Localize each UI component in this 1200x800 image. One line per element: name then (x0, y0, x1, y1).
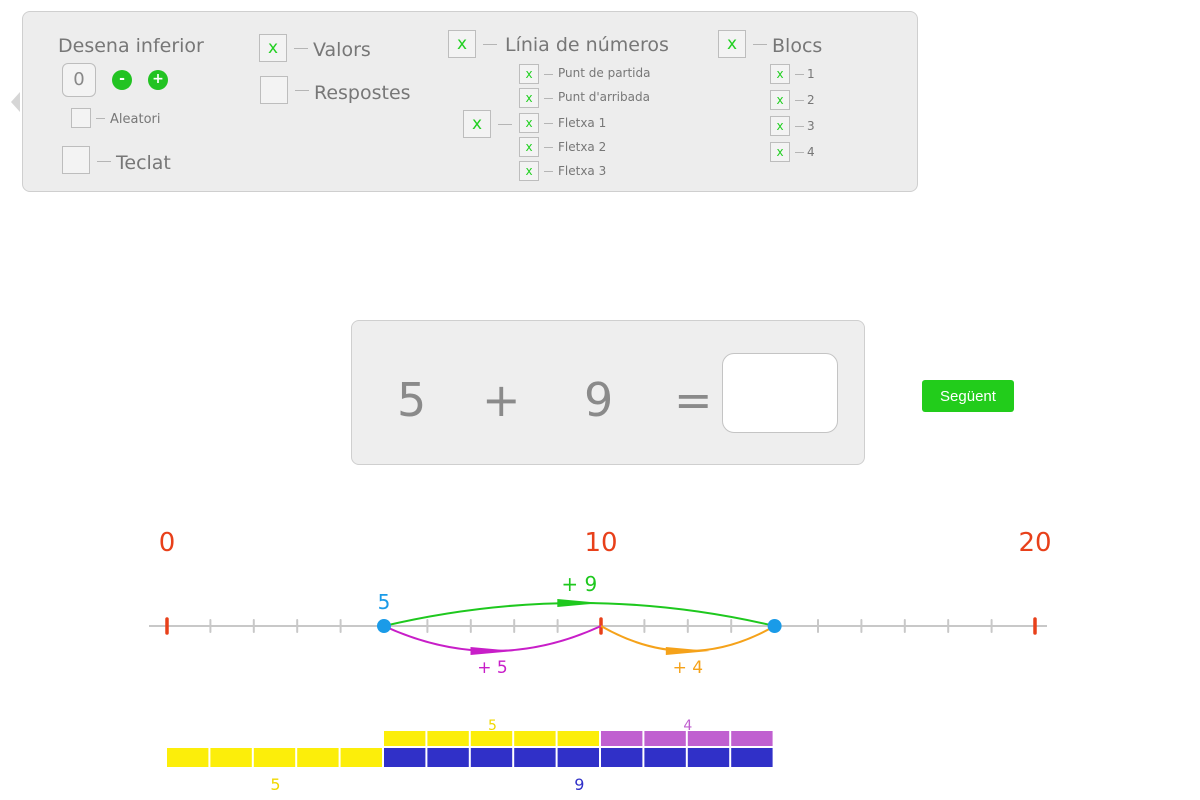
blue-block-7 (644, 748, 686, 767)
axis-label-10: 10 (584, 528, 617, 558)
first-jump-arrowhead-icon (470, 647, 515, 655)
blue-block-9 (731, 748, 773, 767)
purple-block-3 (687, 731, 730, 746)
purple-block-1 (601, 731, 643, 746)
number-line-visual: 0 10 205+ 9+ 5 + 45 95 4 (149, 528, 1052, 794)
purple-block-2 (644, 731, 686, 746)
second-jump-arrowhead-icon (665, 647, 710, 655)
blocks-bottom-label: 9 (574, 775, 584, 794)
start-point (377, 619, 391, 633)
blue-block-6 (601, 748, 643, 767)
blue-block-5 (557, 748, 599, 767)
total-jump-label: + 9 (561, 572, 597, 596)
axis-label-0: 0 (159, 528, 176, 558)
blue-block-1 (384, 748, 426, 767)
yellow-block-bottom-2 (210, 748, 252, 767)
yellow-block-bottom-1 (167, 748, 209, 767)
total-jump-arc (383, 602, 775, 627)
yellow-block-top-3 (470, 731, 513, 746)
first-jump-arc (383, 625, 602, 652)
blue-block-3 (470, 748, 513, 767)
yellow-block-top-4 (514, 731, 556, 746)
blue-block-8 (687, 748, 730, 767)
yellow-block-top-1 (384, 731, 426, 746)
axis-label-20: 20 (1018, 528, 1051, 558)
blue-block-2 (427, 748, 469, 767)
total-jump-arrowhead-icon (557, 599, 602, 607)
yellow-block-top-5 (557, 731, 599, 746)
first-jump-label: + 5 (477, 658, 507, 678)
end-point (767, 619, 782, 633)
yellow-block-top-2 (427, 731, 469, 746)
second-jump-label: + 4 (673, 658, 703, 678)
blocks-bottom-left-label: 5 (270, 775, 280, 794)
yellow-block-bottom-3 (253, 748, 296, 767)
blue-block-4 (514, 748, 556, 767)
purple-block-4 (731, 731, 773, 746)
yellow-block-bottom-4 (297, 748, 339, 767)
start-point-label: 5 (378, 590, 391, 614)
yellow-block-bottom-5 (340, 748, 382, 767)
